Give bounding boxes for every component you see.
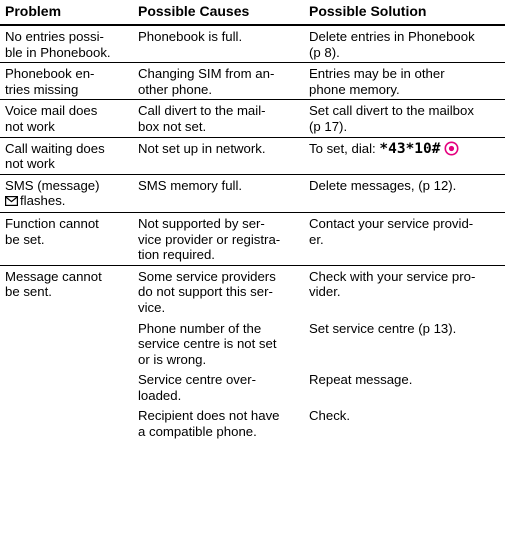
table-row: Phonebook en- tries missing Changing SIM… — [0, 62, 505, 100]
problem-line: SMS (message) — [5, 177, 100, 193]
table-row: Service centre over- loaded. Repeat mess… — [0, 369, 505, 405]
cause-cell: Phone number of the service centre is no… — [138, 320, 277, 367]
table-row: Call waiting does not work Not set up in… — [0, 137, 505, 174]
cause-cell: Changing SIM from an- other phone. — [138, 66, 275, 97]
header-row: Problem Possible Causes Possible Solutio… — [0, 0, 505, 25]
cause-cell: Not set up in network. — [138, 140, 266, 156]
solution-cell: Check. — [309, 408, 351, 424]
table-row: Voice mail does not work Call divert to … — [0, 99, 505, 137]
table-row: Function cannot be set. Not supported by… — [0, 212, 505, 265]
cause-cell: Recipient does not have a compatible pho… — [138, 408, 280, 440]
solution-cell: Entries may be in other phone memory. — [309, 66, 445, 97]
solution-cell: Check with your service pro- vider. — [309, 268, 476, 300]
table-row: Recipient does not have a compatible pho… — [0, 405, 505, 441]
problem-cell — [0, 369, 133, 405]
cause-cell: Phonebook is full. — [138, 29, 243, 44]
problem-cell: SMS (message) flashes. — [0, 174, 133, 212]
table-row: SMS (message) flashes. SMS memory full. D… — [0, 174, 505, 212]
problem-cell: Function cannot be set. — [5, 215, 99, 247]
cause-cell: Call divert to the mail- box not set. — [138, 103, 266, 134]
cause-cell: Service centre over- loaded. — [138, 372, 256, 403]
solution-cell: Repeat message. — [309, 372, 413, 388]
problem-cell: No entries possi- ble in Phonebook. — [5, 29, 111, 60]
dial-code: *43*10# — [379, 140, 441, 157]
problem-cell: Voice mail does not work — [5, 103, 98, 134]
solution-cell: To set, dial: *43*10# — [304, 137, 505, 174]
problem-cell — [0, 405, 133, 441]
troubleshooting-table: Problem Possible Causes Possible Solutio… — [0, 0, 505, 442]
header-solution: Possible Solution — [309, 3, 427, 19]
cause-cell: Some service providers do not support th… — [138, 268, 276, 315]
problem-cell: Phonebook en- tries missing — [5, 66, 95, 97]
cause-cell: Not supported by ser- vice provider or r… — [138, 215, 281, 263]
problem-cell: Message cannot be sent. — [5, 268, 102, 300]
header-problem: Problem — [5, 3, 62, 19]
table-row: Message cannot be sent. Some service pro… — [0, 265, 505, 317]
table-row: No entries possi- ble in Phonebook. Phon… — [0, 25, 505, 63]
solution-cell: Delete messages, (p 12). — [309, 177, 457, 193]
solution-cell: Contact your service provid- er. — [309, 215, 474, 247]
problem-cell — [0, 318, 133, 370]
troubleshooting-page: Problem Possible Causes Possible Solutio… — [0, 0, 508, 539]
header-causes: Possible Causes — [138, 3, 250, 19]
cause-cell: SMS memory full. — [138, 177, 243, 193]
solution-cell: Set call divert to the mailbox (p 17). — [309, 103, 474, 134]
envelope-icon — [5, 194, 19, 210]
solution-prefix: To set, dial: — [309, 140, 380, 156]
problem-cell: Call waiting does not work — [5, 140, 105, 172]
problem-line: flashes. — [20, 193, 66, 209]
solution-cell: Set service centre (p 13). — [309, 320, 457, 336]
table-row: Phone number of the service centre is no… — [0, 318, 505, 370]
ok-key-icon — [444, 141, 459, 160]
solution-cell: Delete entries in Phonebook (p 8). — [309, 29, 475, 60]
